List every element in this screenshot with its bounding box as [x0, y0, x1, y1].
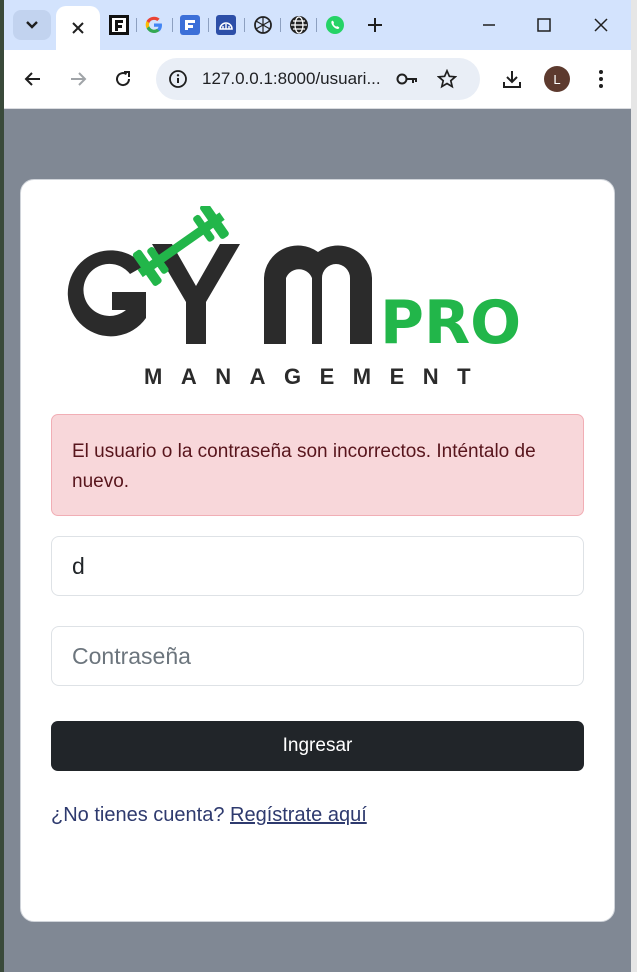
globe-icon: [290, 16, 308, 34]
maximize-button[interactable]: [529, 10, 559, 40]
more-vert-icon: [599, 70, 603, 88]
browser-window: 127.0.0.1:8000/usuari... L PRO MANAGEMEN…: [4, 0, 631, 972]
tab-cloud[interactable]: [215, 14, 237, 36]
url-text[interactable]: 127.0.0.1:8000/usuari...: [202, 69, 381, 89]
tab-openai[interactable]: [252, 14, 274, 36]
logo-tagline: MANAGEMENT: [144, 364, 489, 388]
form-icon: [180, 15, 200, 35]
close-window-button[interactable]: [586, 10, 616, 40]
minimize-icon: [483, 24, 495, 26]
tab-google[interactable]: [143, 14, 165, 36]
forward-button[interactable]: [63, 64, 93, 94]
new-tab-button[interactable]: [362, 12, 388, 38]
error-message: El usuario o la contraseña son incorrect…: [72, 441, 536, 492]
openai-icon: [254, 16, 272, 34]
signup-question: ¿No tienes cuenta?: [51, 804, 225, 826]
browser-toolbar: 127.0.0.1:8000/usuari... L: [4, 50, 631, 109]
signup-prompt: ¿No tienes cuenta? Regístrate aquí: [51, 804, 367, 827]
minimize-button[interactable]: [474, 10, 504, 40]
key-icon[interactable]: [394, 67, 420, 91]
gympro-logo: PRO MANAGEMENT: [67, 206, 521, 388]
maximize-icon: [537, 18, 551, 32]
tab-strip: [4, 0, 631, 50]
back-button[interactable]: [18, 64, 48, 94]
star-icon[interactable]: [434, 66, 460, 92]
password-input[interactable]: [51, 626, 584, 686]
arrow-left-icon: [24, 72, 40, 86]
desktop-edge-right: [631, 0, 637, 972]
chevron-down-icon: [26, 21, 38, 29]
downloads-button[interactable]: [497, 64, 527, 94]
arrow-right-icon: [71, 72, 87, 86]
site-info-icon[interactable]: [164, 65, 192, 93]
reload-button[interactable]: [108, 64, 138, 94]
tab-form[interactable]: [179, 14, 201, 36]
signup-link[interactable]: Regístrate aquí: [230, 804, 367, 826]
close-icon[interactable]: [71, 21, 85, 35]
reload-icon: [116, 71, 131, 87]
profile-avatar[interactable]: L: [544, 66, 570, 92]
tab-globe[interactable]: [288, 14, 310, 36]
tab-active[interactable]: [56, 6, 100, 50]
close-icon: [594, 18, 608, 32]
username-input[interactable]: [51, 536, 584, 596]
error-alert: El usuario o la contraseña son incorrect…: [51, 414, 584, 516]
cloud-icon: [216, 15, 236, 35]
f-favicon-icon: [109, 15, 129, 35]
google-icon: [145, 16, 162, 33]
plus-icon: [368, 18, 382, 32]
logo-pro-text: PRO: [380, 288, 521, 358]
menu-button[interactable]: [586, 64, 616, 94]
tab-f[interactable]: [108, 14, 130, 36]
login-button[interactable]: Ingresar: [51, 721, 584, 771]
whatsapp-icon: [326, 16, 344, 34]
tab-search-button[interactable]: [13, 10, 51, 40]
tab-whatsapp[interactable]: [324, 14, 346, 36]
download-icon: [503, 71, 521, 88]
address-bar[interactable]: 127.0.0.1:8000/usuari...: [156, 58, 480, 100]
